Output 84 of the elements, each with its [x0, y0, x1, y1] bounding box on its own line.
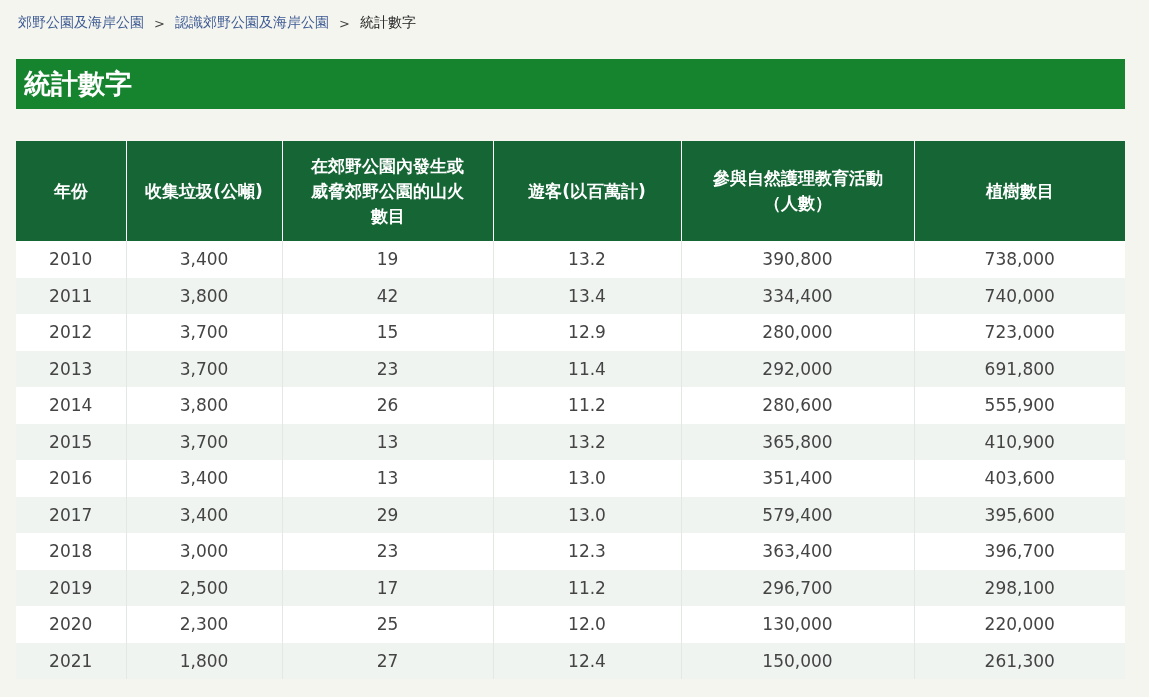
table-cell: 13.2: [493, 241, 681, 278]
table-cell: 15: [282, 314, 493, 351]
table-cell: 292,000: [681, 350, 914, 387]
table-cell: 130,000: [681, 606, 914, 643]
table-cell: 11.2: [493, 387, 681, 424]
table-cell: 13.2: [493, 423, 681, 460]
table-cell: 579,400: [681, 496, 914, 533]
table-cell: 12.0: [493, 606, 681, 643]
table-cell: 3,800: [126, 277, 282, 314]
table-cell: 261,300: [914, 642, 1125, 679]
table-cell: 3,700: [126, 423, 282, 460]
table-cell: 25: [282, 606, 493, 643]
table-cell: 2014: [16, 387, 126, 424]
breadcrumb-link[interactable]: 郊野公園及海岸公園: [18, 14, 144, 32]
table-cell: 13.0: [493, 460, 681, 497]
table-cell: 2016: [16, 460, 126, 497]
table-cell: 298,100: [914, 569, 1125, 606]
breadcrumb-separator: >: [338, 15, 350, 31]
table-cell: 3,400: [126, 241, 282, 278]
table-cell: 26: [282, 387, 493, 424]
table-cell: 13: [282, 460, 493, 497]
table-cell: 2,500: [126, 569, 282, 606]
table-cell: 365,800: [681, 423, 914, 460]
table-cell: 395,600: [914, 496, 1125, 533]
table-cell: 280,000: [681, 314, 914, 351]
column-header: 在郊野公園內發生或威脅郊野公園的山火數目: [282, 141, 493, 241]
table-cell: 11.4: [493, 350, 681, 387]
table-cell: 723,000: [914, 314, 1125, 351]
table-cell: 42: [282, 277, 493, 314]
breadcrumb-separator: >: [154, 15, 165, 31]
table-cell: 2013: [16, 350, 126, 387]
table-cell: 13.0: [493, 496, 681, 533]
table-cell: 2,300: [126, 606, 282, 643]
table-cell: 363,400: [681, 533, 914, 570]
table-cell: 555,900: [914, 387, 1125, 424]
table-cell: 17: [282, 569, 493, 606]
table-cell: 403,600: [914, 460, 1125, 497]
table-cell: 2021: [16, 642, 126, 679]
table-cell: 23: [282, 533, 493, 570]
table-cell: 3,000: [126, 533, 282, 570]
table-cell: 2018: [16, 533, 126, 570]
column-header: 遊客(以百萬計): [493, 141, 681, 241]
page-title: 統計數字: [16, 59, 1125, 109]
column-header: 收集垃圾(公噸): [126, 141, 282, 241]
table-cell: 280,600: [681, 387, 914, 424]
table-cell: 396,700: [914, 533, 1125, 570]
table-cell: 13.4: [493, 277, 681, 314]
table-cell: 23: [282, 350, 493, 387]
table-cell: 2020: [16, 606, 126, 643]
table-cell: 3,400: [126, 496, 282, 533]
breadcrumb-link[interactable]: 認識郊野公園及海岸公園: [174, 14, 329, 32]
table-cell: 296,700: [681, 569, 914, 606]
column-header: 植樹數目: [914, 141, 1125, 241]
table-cell: 738,000: [914, 241, 1125, 278]
table-cell: 2012: [16, 314, 126, 351]
table-cell: 12.9: [493, 314, 681, 351]
table-cell: 2011: [16, 277, 126, 314]
table-cell: 13: [282, 423, 493, 460]
table-cell: 390,800: [681, 241, 914, 278]
table-cell: 334,400: [681, 277, 914, 314]
table-cell: 351,400: [681, 460, 914, 497]
table-cell: 150,000: [681, 642, 914, 679]
table-cell: 12.3: [493, 533, 681, 570]
table-cell: 2019: [16, 569, 126, 606]
table-cell: 2017: [16, 496, 126, 533]
table-cell: 691,800: [914, 350, 1125, 387]
table-cell: 3,400: [126, 460, 282, 497]
column-header: 年份: [16, 141, 126, 241]
table-cell: 2010: [16, 241, 126, 278]
breadcrumb-current: 統計數字: [359, 14, 416, 32]
table-cell: 2015: [16, 423, 126, 460]
table-cell: 27: [282, 642, 493, 679]
column-header: 參與自然護理教育活動（人數）: [681, 141, 914, 241]
table-cell: 29: [282, 496, 493, 533]
table-cell: 3,700: [126, 350, 282, 387]
table-cell: 12.4: [493, 642, 681, 679]
table-cell: 11.2: [493, 569, 681, 606]
table-cell: 410,900: [914, 423, 1125, 460]
table-cell: 740,000: [914, 277, 1125, 314]
table-cell: 3,700: [126, 314, 282, 351]
table-cell: 3,800: [126, 387, 282, 424]
table-cell: 220,000: [914, 606, 1125, 643]
table-cell: 19: [282, 241, 493, 278]
table-cell: 1,800: [126, 642, 282, 679]
